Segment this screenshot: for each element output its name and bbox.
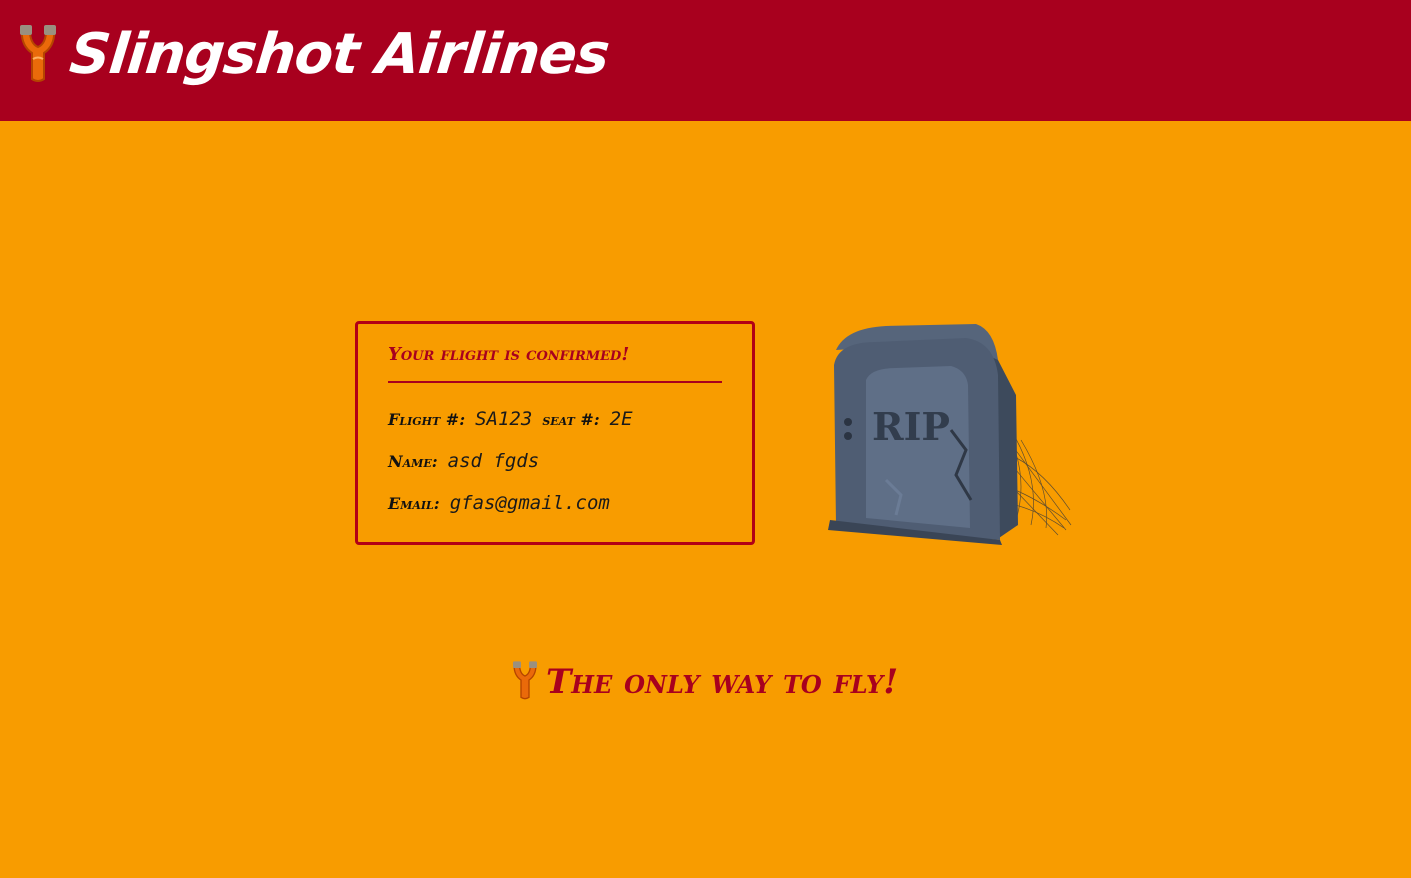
name-label: Name: bbox=[388, 452, 438, 471]
name-value: asd fgds bbox=[447, 450, 540, 472]
email-value: gfas@gmail.com bbox=[449, 492, 610, 514]
tagline-text: The only way to fly! bbox=[546, 662, 899, 702]
site-title: Slingshot Airlines bbox=[66, 22, 612, 87]
site-header: Slingshot Airlines bbox=[0, 0, 1411, 121]
email-label: Email: bbox=[388, 494, 440, 513]
brand[interactable]: Slingshot Airlines bbox=[16, 22, 612, 88]
confirmation-title: Your flight is confirmed! bbox=[388, 344, 630, 365]
slingshot-icon bbox=[16, 23, 60, 87]
svg-text:RIP: RIP bbox=[872, 404, 950, 449]
flight-label: Flight #: bbox=[388, 410, 466, 429]
tombstone-icon: RIP bbox=[826, 320, 1076, 545]
seat-label: seat #: bbox=[542, 410, 600, 429]
slingshot-icon bbox=[510, 660, 540, 704]
name-row: Name: asd fgds bbox=[388, 450, 549, 472]
email-row: Email: gfas@gmail.com bbox=[388, 492, 620, 514]
seat-value: 2E bbox=[609, 408, 633, 430]
divider bbox=[388, 381, 722, 383]
confirmation-card: Your flight is confirmed! Flight #: SA12… bbox=[355, 321, 755, 545]
tagline: The only way to fly! bbox=[510, 660, 898, 704]
flight-row: Flight #: SA123 seat #: 2E bbox=[388, 408, 643, 430]
flight-value: SA123 bbox=[475, 408, 533, 430]
